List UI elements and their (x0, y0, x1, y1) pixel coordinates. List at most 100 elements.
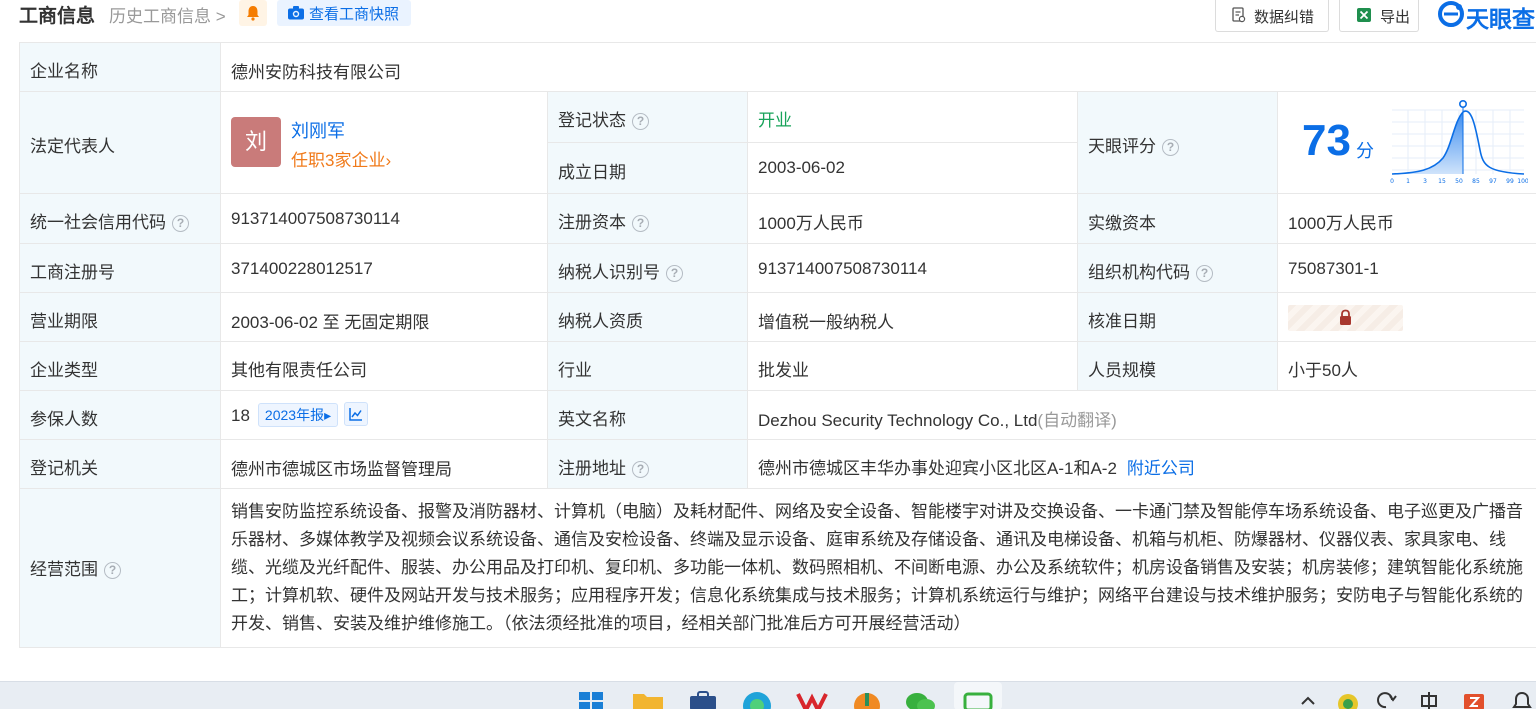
value-company-name: 德州安防科技有限公司 (220, 42, 1536, 91)
label-reg-address: 注册地址? (547, 439, 747, 488)
label-approve-date: 核准日期 (1077, 292, 1277, 341)
label-legal-rep: 法定代表人 (19, 91, 220, 193)
export-button[interactable]: 导出 (1339, 0, 1419, 32)
help-icon[interactable]: ? (632, 461, 649, 478)
help-icon[interactable]: ? (666, 265, 683, 282)
label-english-name: 英文名称 (547, 390, 747, 439)
label-taxpayer-id: 纳税人识别号? (547, 243, 747, 292)
active-app-icon (963, 692, 993, 709)
label-reg-status: 登记状态? (547, 91, 747, 142)
value-reg-authority: 德州市德城区市场监督管理局 (220, 439, 547, 488)
value-approve-date (1277, 292, 1536, 341)
help-icon[interactable]: ? (632, 113, 649, 130)
score-axis-tick: 1 (1406, 178, 1410, 185)
help-icon[interactable]: ? (1196, 265, 1213, 282)
trend-chart-button[interactable] (344, 402, 369, 426)
value-taxpayer-id: 913714007508730114 (747, 243, 1077, 292)
edit-doc-icon (1232, 7, 1246, 23)
active-app-tile[interactable] (954, 682, 1002, 709)
label-tax-quality: 纳税人资质 (547, 292, 747, 341)
value-insured: 18 2023年报▸ (220, 390, 547, 439)
sogou-ime-icon[interactable] (1462, 690, 1486, 709)
data-correct-button[interactable]: 数据纠错 (1215, 0, 1329, 32)
score-axis-tick: 99 (1506, 178, 1514, 185)
label-org-code: 组织机构代码? (1077, 243, 1277, 292)
label-score: 天眼评分? (1077, 91, 1277, 193)
legal-rep-positions-link[interactable]: 任职3家企业› (291, 146, 391, 171)
value-reg-no: 371400228012517 (220, 243, 547, 292)
score-axis-tick: 50 (1455, 178, 1463, 185)
value-company-type: 其他有限责任公司 (220, 341, 547, 390)
label-found-date: 成立日期 (547, 142, 747, 193)
value-legal-rep: 刘 刘刚军 任职3家企业› (220, 91, 547, 193)
value-credit-code: 913714007508730114 (220, 193, 547, 243)
score-axis-tick: 85 (1472, 178, 1480, 185)
score-unit: 分 (1356, 141, 1374, 161)
value-tax-quality: 增值税一般纳税人 (747, 292, 1077, 341)
tray-app-icon[interactable] (1336, 690, 1360, 709)
section-header: 工商信息 历史工商信息 > 查看工商快照 数据纠错 导出 天眼查 (0, 0, 1536, 34)
label-company-type: 企业类型 (19, 341, 220, 390)
value-reg-capital: 1000万人民币 (747, 193, 1077, 243)
wps-office-icon[interactable] (796, 690, 828, 709)
snapshot-button[interactable]: 查看工商快照 (277, 0, 411, 26)
help-icon[interactable]: ? (1162, 139, 1179, 156)
wechat-icon[interactable] (904, 690, 936, 709)
help-icon[interactable]: ? (632, 215, 649, 232)
score-axis-tick: 15 (1438, 178, 1446, 185)
score-axis-tick: 0 (1390, 178, 1394, 185)
avatar[interactable]: 刘 (231, 117, 281, 167)
label-reg-capital: 注册资本? (547, 193, 747, 243)
value-biz-term: 2003-06-02 至 无固定期限 (220, 292, 547, 341)
business-info-table: 企业名称 德州安防科技有限公司 法定代表人 刘 刘刚军 任职3家企业› 登记状态… (19, 42, 1536, 648)
label-reg-no: 工商注册号 (19, 243, 220, 292)
score-axis-tick: 97 (1489, 178, 1497, 185)
annual-report-tag[interactable]: 2023年报▸ (257, 403, 339, 427)
score-distribution-chart: 0 1 3 15 50 85 97 99 100 (1390, 100, 1528, 185)
label-biz-term: 营业期限 (19, 292, 220, 341)
input-method-icon[interactable] (1418, 690, 1440, 709)
lock-icon (1340, 309, 1351, 325)
notification-icon[interactable] (1510, 690, 1534, 709)
vip-locked-field[interactable] (1288, 305, 1403, 331)
app-orange-icon[interactable] (852, 690, 882, 709)
table-bottom-border (19, 647, 1536, 648)
score-axis-tick: 3 (1423, 178, 1427, 185)
label-insured: 参保人数 (19, 390, 220, 439)
caret-right-icon: ▸ (324, 407, 332, 423)
windows-start-icon[interactable] (578, 690, 604, 709)
help-icon[interactable]: ? (172, 215, 189, 232)
help-icon[interactable]: ? (104, 562, 121, 579)
camera-icon (288, 6, 304, 20)
refresh-icon[interactable] (1374, 690, 1398, 709)
chevron-up-icon[interactable] (1298, 690, 1318, 709)
excel-icon (1357, 8, 1371, 22)
edge-browser-icon[interactable] (742, 690, 772, 709)
value-score[interactable]: 73 分 0 1 3 15 50 85 97 99 100 (1277, 91, 1536, 193)
insured-count: 18 (231, 406, 250, 425)
history-info-link[interactable]: 历史工商信息 > (109, 2, 226, 27)
windows-taskbar (0, 681, 1536, 709)
score-axis-tick: 100 (1517, 178, 1528, 185)
label-industry: 行业 (547, 341, 747, 390)
store-icon[interactable] (688, 690, 718, 709)
legal-rep-name-link[interactable]: 刘刚军 (291, 117, 345, 143)
chevron-right-icon: › (385, 151, 392, 170)
value-staff-size: 小于50人 (1277, 341, 1536, 390)
value-found-date: 2003-06-02 (747, 142, 1077, 193)
value-biz-scope: 销售安防监控系统设备、报警及消防器材、计算机（电脑）及耗材配件、网络及安全设备、… (220, 488, 1536, 648)
nearby-companies-link[interactable]: 附近公司 (1127, 459, 1195, 478)
file-explorer-icon[interactable] (632, 690, 664, 709)
value-industry: 批发业 (747, 341, 1077, 390)
tianyancha-logo: 天眼查 (1438, 0, 1536, 30)
label-reg-authority: 登记机关 (19, 439, 220, 488)
label-paid-capital: 实缴资本 (1077, 193, 1277, 243)
monitor-bell-button[interactable] (239, 0, 267, 26)
score-number: 73 (1302, 116, 1351, 165)
section-title: 工商信息 (19, 6, 96, 27)
label-biz-scope: 经营范围? (19, 488, 220, 648)
trend-chart-icon (349, 408, 363, 421)
bell-icon (247, 6, 259, 21)
value-english-name: Dezhou Security Technology Co., Ltd(自动翻译… (747, 390, 1536, 439)
value-paid-capital: 1000万人民币 (1277, 193, 1536, 243)
